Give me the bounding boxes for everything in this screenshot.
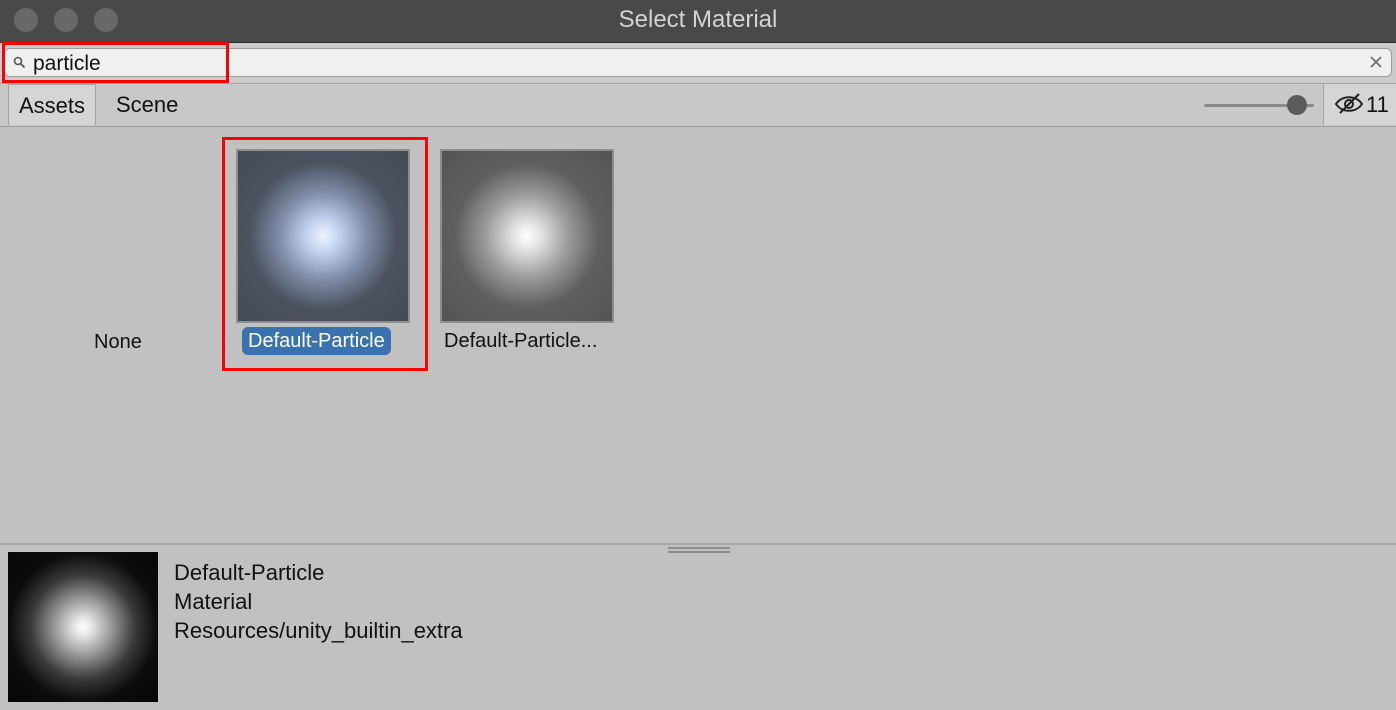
preview-type: Material	[174, 589, 253, 614]
asset-thumbnail-default-particle-2[interactable]	[440, 149, 614, 323]
tab-bar: Assets Scene 11	[0, 84, 1396, 127]
resize-grip-icon[interactable]	[668, 547, 730, 553]
asset-grid: None Default-Particle Default-Particle..…	[0, 127, 1396, 543]
hidden-packages-toggle[interactable]: 11	[1323, 84, 1396, 125]
asset-label-default-particle-2[interactable]: Default-Particle...	[444, 330, 597, 353]
hidden-count-label: 11	[1366, 92, 1389, 117]
tab-assets[interactable]: Assets	[8, 84, 97, 125]
search-input[interactable]: particle	[33, 52, 101, 76]
preview-name: Default-Particle	[174, 560, 325, 585]
zoom-slider-handle[interactable]	[1287, 95, 1307, 115]
title-bar: Select Material	[0, 0, 1396, 43]
asset-label-default-particle[interactable]: Default-Particle	[242, 327, 391, 355]
preview-divider	[0, 543, 1396, 545]
material-preview-image	[8, 552, 158, 702]
none-item[interactable]: None	[94, 331, 142, 354]
preview-path: Resources/unity_builtin_extra	[174, 618, 463, 643]
search-field[interactable]: particle	[4, 48, 1392, 77]
search-icon	[13, 56, 26, 69]
asset-thumbnail-default-particle[interactable]	[236, 149, 410, 323]
clear-search-icon[interactable]	[1367, 53, 1385, 71]
tab-scene[interactable]: Scene	[106, 84, 188, 125]
search-bar: particle	[0, 43, 1396, 84]
window-title: Select Material	[618, 6, 778, 33]
eye-hidden-icon	[1334, 93, 1364, 114]
